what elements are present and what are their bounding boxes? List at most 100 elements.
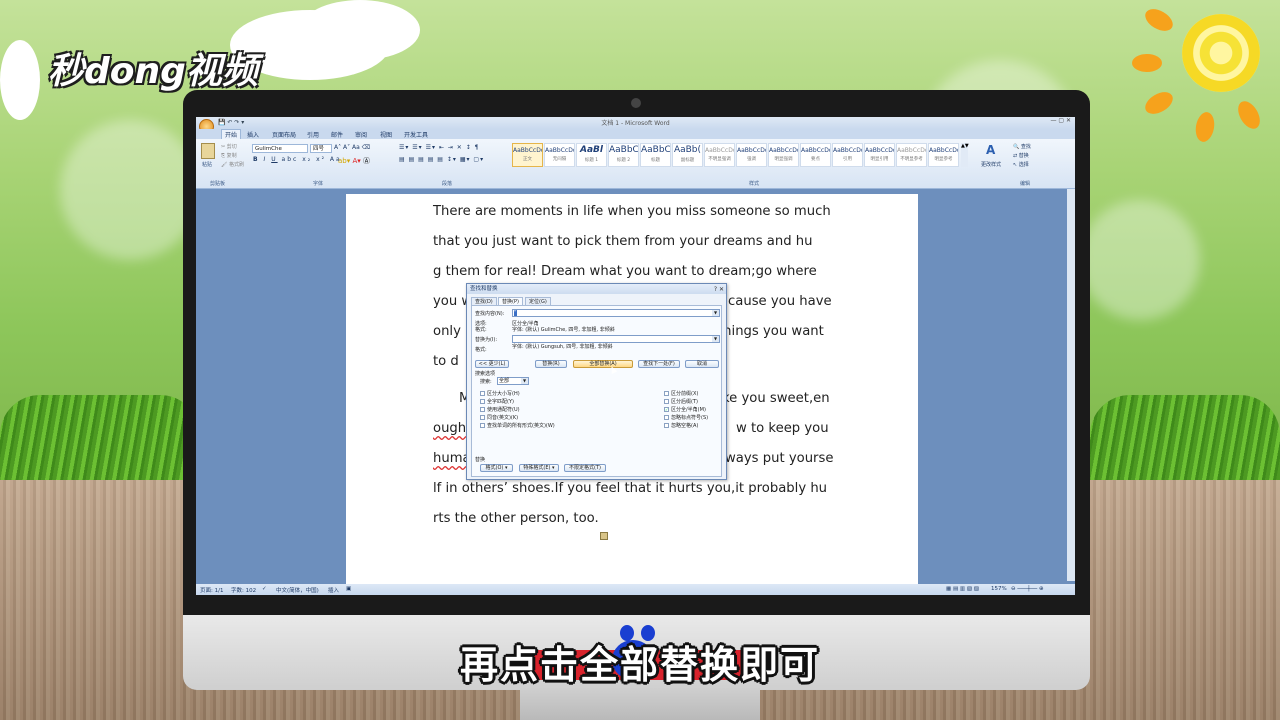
view-buttons[interactable]: ▦ ▤ ▥ ▧ ▨ xyxy=(946,586,979,592)
font-size-buttons[interactable]: A˄ A˅ Aa ⌫ xyxy=(334,144,370,151)
style-tile[interactable]: AaBbCcDd 强调 xyxy=(736,143,767,167)
style-tile[interactable]: AaBbCcDd 无间隔 xyxy=(544,143,575,167)
alignment-buttons[interactable]: ▤ ▤ ▤ ▤ ▤ ↕▾ ▦▾ ▢▾ xyxy=(399,156,484,163)
search-direction-select[interactable]: 全部 ▼ xyxy=(497,377,529,385)
font-size-box[interactable]: 四号 xyxy=(310,144,332,153)
chevron-down-icon[interactable]: ▼ xyxy=(712,336,719,342)
replace-ribbon-button[interactable]: ⇄ 替换 xyxy=(1013,152,1029,159)
style-tile[interactable]: AaBbCcDd 不明显强调 xyxy=(704,143,735,167)
match-suffix-checkbox[interactable]: 区分后缀(T) xyxy=(664,398,698,405)
cancel-button[interactable]: 取消 xyxy=(685,360,719,368)
tab-home[interactable]: 开始 xyxy=(221,129,242,139)
doc-line: g them for real! Dream what you want to … xyxy=(433,264,817,279)
window-controls[interactable]: — ▢ ✕ xyxy=(1050,117,1071,124)
quick-access-toolbar[interactable]: 💾 ↶ ↷ ▾ xyxy=(218,119,244,126)
dialog-body: 查找内容(N): “ ▼ 选项: 区分全/半角 格式: 字体: (默认) Gul… xyxy=(471,305,722,477)
ignore-space-checkbox[interactable]: 忽略空格(A) xyxy=(664,422,698,429)
style-tile[interactable]: AaBbCcDd 正文 xyxy=(512,143,543,167)
style-tile[interactable]: AaBbCcDd 要点 xyxy=(800,143,831,167)
font-name-box[interactable]: GulimChe xyxy=(252,144,308,153)
format-button[interactable]: 格式(O) ▾ xyxy=(480,464,513,472)
change-styles-icon[interactable]: A xyxy=(986,143,995,157)
word-forms-checkbox[interactable]: 查找单词的所有形式(英文)(W) xyxy=(480,422,555,429)
status-bar: 页面: 1/1 字数: 102 ✓ 中文(简体，中国) 插入 ▣ ▦ ▤ ▥ ▧… xyxy=(196,584,1075,595)
styles-group-label: 样式 xyxy=(749,181,760,187)
paste-icon[interactable] xyxy=(201,143,215,159)
zoom-level[interactable]: 157% xyxy=(991,586,1007,592)
replace-format-label: 格式: xyxy=(475,347,487,353)
macro-icon[interactable]: ▣ xyxy=(346,586,351,592)
doc-line: There are moments in life when you miss … xyxy=(433,204,831,219)
replace-section-label: 替换 xyxy=(475,457,486,463)
title-bar: 文档 1 - Microsoft Word — ▢ ✕ xyxy=(196,117,1075,129)
match-width-checkbox[interactable]: ✓ 区分全/半角(M) xyxy=(664,406,706,413)
doc-line: you w xyxy=(433,294,473,309)
zoom-slider[interactable]: ⊖ ───┼── ⊕ xyxy=(1011,586,1044,592)
paragraph-group-label: 段落 xyxy=(442,181,453,187)
style-tile[interactable]: AaBbCcDd 不明显参考 xyxy=(896,143,927,167)
font-color-buttons[interactable]: ab▾ A▾ Ⓐ xyxy=(338,156,370,166)
cloud xyxy=(0,40,40,120)
tab-view[interactable]: 视图 xyxy=(380,130,392,139)
replace-all-button[interactable]: 全部替换(A) xyxy=(573,360,633,368)
search-options-label: 搜索选项 xyxy=(475,371,496,377)
doc-line: w to keep you xyxy=(736,421,829,436)
font-format-buttons[interactable]: B I U abc x₂ x² Aa xyxy=(253,156,342,163)
doc-line: ough xyxy=(433,421,467,436)
find-what-input[interactable]: “ ▼ xyxy=(512,309,720,317)
style-tile[interactable]: AaBbC 标题 xyxy=(640,143,671,167)
page-count[interactable]: 页面: 1/1 xyxy=(200,586,223,594)
style-tile[interactable]: AaBl 标题 1 xyxy=(576,143,607,167)
dialog-close-icon[interactable]: ? ✕ xyxy=(714,285,724,295)
change-styles-label[interactable]: 更改样式 xyxy=(981,161,1001,168)
select-button[interactable]: ↖ 选择 xyxy=(1013,161,1029,168)
wildcards-checkbox[interactable]: 使用通配符(U) xyxy=(480,406,520,413)
find-button[interactable]: 🔍 查找 xyxy=(1013,143,1031,150)
list-buttons[interactable]: ☰▾ ☰▾ ☰▾ ⇤ ⇥ ✕ ↕ ¶ xyxy=(399,144,479,151)
tab-page-layout[interactable]: 页面布局 xyxy=(272,130,296,139)
ignore-punctuation-checkbox[interactable]: 忽略标点符号(S) xyxy=(664,414,708,421)
insert-mode[interactable]: 插入 xyxy=(328,586,339,594)
format-painter-button[interactable]: 🖌 格式刷 xyxy=(221,161,244,168)
tab-review[interactable]: 审阅 xyxy=(355,130,367,139)
cut-button[interactable]: ✂ 剪切 xyxy=(221,143,237,150)
paste-options-icon[interactable] xyxy=(600,532,608,540)
replace-button[interactable]: 替换(R) xyxy=(535,360,567,368)
search-label: 搜索: xyxy=(480,379,492,385)
sounds-like-checkbox[interactable]: 同音(英文)(K) xyxy=(480,414,518,421)
find-format-label: 格式: xyxy=(475,327,487,333)
style-tile[interactable]: AaBbCcDd 明显参考 xyxy=(928,143,959,167)
sun-graphic xyxy=(1182,14,1260,92)
style-tile[interactable]: AaBbCcDd 明显引用 xyxy=(864,143,895,167)
chevron-down-icon[interactable]: ▼ xyxy=(712,310,719,316)
styles-scroll[interactable]: ▲▼ xyxy=(961,143,969,167)
sun-ray xyxy=(1132,54,1162,72)
word-window: 文档 1 - Microsoft Word — ▢ ✕ 💾 ↶ ↷ ▾ 开始 插… xyxy=(196,117,1075,595)
vertical-scrollbar[interactable] xyxy=(1067,189,1075,581)
paste-label[interactable]: 粘贴 xyxy=(202,161,212,168)
match-case-checkbox[interactable]: 区分大小写(H) xyxy=(480,390,520,397)
language-indicator[interactable]: 中文(简体，中国) xyxy=(276,586,319,594)
style-tile[interactable]: AaBbCcDd 引用 xyxy=(832,143,863,167)
style-tile[interactable]: AaBbCcDd 明显强调 xyxy=(768,143,799,167)
no-formatting-button[interactable]: 不限定格式(T) xyxy=(564,464,606,472)
style-tile[interactable]: AaBb(副标题 xyxy=(672,143,703,167)
word-count[interactable]: 字数: 102 xyxy=(231,586,256,594)
tab-insert[interactable]: 插入 xyxy=(247,130,259,139)
brand-logo: 秒dong视频 xyxy=(48,51,258,92)
replace-with-input[interactable]: ▼ xyxy=(512,335,720,343)
style-tile[interactable]: AaBbC 标题 2 xyxy=(608,143,639,167)
tab-mailings[interactable]: 邮件 xyxy=(331,130,343,139)
chevron-down-icon[interactable]: ▼ xyxy=(521,378,528,384)
doc-line: only xyxy=(433,324,461,339)
cloud xyxy=(300,0,420,60)
copy-button[interactable]: ⎘ 复制 xyxy=(221,152,237,159)
tab-references[interactable]: 引用 xyxy=(307,130,319,139)
proofing-icon[interactable]: ✓ xyxy=(262,586,267,592)
match-prefix-checkbox[interactable]: 区分前缀(X) xyxy=(664,390,698,397)
whole-word-checkbox[interactable]: 全字匹配(Y) xyxy=(480,398,514,405)
less-button[interactable]: << 更少(L) xyxy=(475,360,509,368)
find-next-button[interactable]: 查找下一处(F) xyxy=(638,360,680,368)
special-button[interactable]: 特殊格式(E) ▾ xyxy=(519,464,559,472)
tab-developer[interactable]: 开发工具 xyxy=(404,130,428,139)
